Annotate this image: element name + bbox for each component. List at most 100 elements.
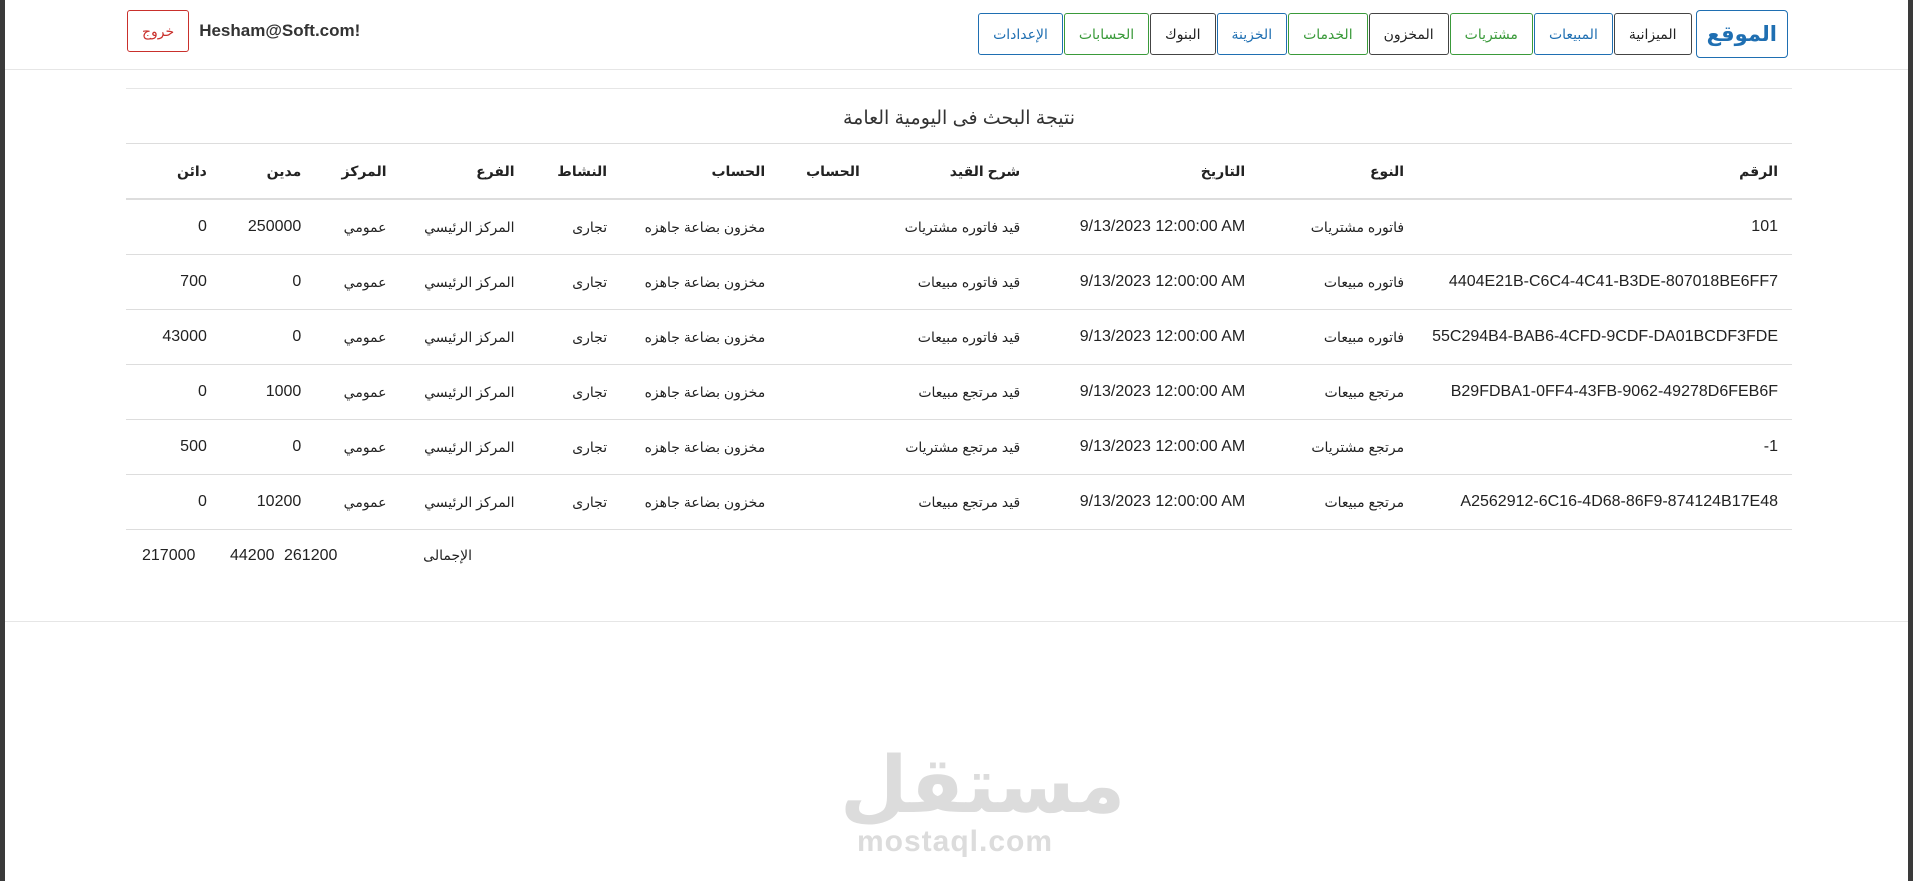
nav-item-3[interactable]: المخزون (1368, 13, 1449, 55)
cell-number: -1 (1418, 419, 1792, 475)
nav-item-6[interactable]: البنوك (1150, 13, 1216, 55)
cell-type: مرتجع مبيعات (1259, 474, 1419, 530)
cell-date: 9/13/2023 12:00:00 AM (1034, 254, 1260, 310)
cell-date: 9/13/2023 12:00:00 AM (1034, 364, 1260, 420)
footer-divider (5, 621, 1908, 622)
table-header-row: الرقم النوع التاريخ شرح القيد الحساب الحساب ال… (126, 143, 1792, 200)
nav-item-8[interactable]: الإعدادات (978, 13, 1063, 55)
cell-activity: تجارى (528, 254, 622, 310)
top-navbar: الموقع الميزانية المبيعات مشتريات المخزون ال… (5, 0, 1908, 70)
cell-account-2 (779, 364, 874, 420)
column-header-center: المركز (315, 143, 401, 200)
cell-center: عمومي (315, 364, 401, 420)
cell-center: عمومي (315, 419, 401, 475)
column-header-date: التاريخ (1034, 143, 1260, 200)
cell-account: مخزون بضاعة جاهزه (621, 309, 780, 365)
mostaql-watermark-logo: مستقل mostaql.com (840, 741, 1126, 859)
cell-branch: المركز الرئيسي (400, 199, 529, 255)
table-row: B29FDBA1-0FF4-43FB-9062-49278D6FEB6F مرتج… (126, 364, 1792, 420)
cell-branch: المركز الرئيسي (400, 419, 529, 475)
cell-branch: المركز الرئيسي (400, 474, 529, 530)
nav-item-5[interactable]: الخزينة (1216, 13, 1288, 55)
cell-description: قيد فاتوره مبيعات (873, 309, 1035, 365)
main-menu: الموقع الميزانية المبيعات مشتريات المخزون ال… (977, 10, 1788, 58)
cell-center: عمومي (315, 309, 401, 365)
nav-item-7[interactable]: الحسابات (1063, 13, 1150, 55)
cell-account-2 (779, 474, 874, 530)
cell-branch: المركز الرئيسي (400, 364, 529, 420)
cell-description: قيد مرتجع مبيعات (873, 474, 1035, 530)
nav-item-2[interactable]: مشتريات (1449, 13, 1533, 55)
cell-account-2 (779, 254, 874, 310)
cell-account-2 (779, 199, 874, 255)
nav-item-4[interactable]: الخدمات (1288, 13, 1368, 55)
cell-credit: 43000 (126, 309, 221, 365)
cell-number: 101 (1418, 199, 1792, 255)
nav-item-0[interactable]: الميزانية (1613, 13, 1692, 55)
window-frame-left (0, 0, 5, 881)
cell-account: مخزون بضاعة جاهزه (621, 474, 780, 530)
watermark-latin: mostaql.com (856, 825, 1054, 858)
report-content: نتيجة البحث فى اليومية العامة الرقم النوع… (126, 88, 1792, 584)
column-header-activity: النشاط (528, 143, 622, 200)
user-email: Hesham@Soft.com! (199, 21, 361, 40)
column-header-credit: دائن (126, 143, 221, 200)
journal-table: الرقم النوع التاريخ شرح القيد الحساب الحساب ال… (126, 143, 1792, 530)
totals-credit: 44200 (230, 547, 275, 564)
window-frame-right (1908, 0, 1913, 881)
cell-credit: 0 (126, 364, 221, 420)
cell-type: فاتوره مشتريات (1259, 199, 1419, 255)
cell-center: عمومي (315, 199, 401, 255)
cell-credit: 0 (126, 474, 221, 530)
cell-number: A2562912-6C16-4D68-86F9-874124B17E48 (1418, 474, 1792, 530)
cell-debit: 1000 (220, 364, 316, 420)
cell-number: 4404E21B-C6C4-4C41-B3DE-807018BE6FF7 (1418, 254, 1792, 310)
table-row: A2562912-6C16-4D68-86F9-874124B17E48 مرتج… (126, 474, 1792, 530)
site-brand-link[interactable]: الموقع (1695, 10, 1788, 58)
cell-description: قيد مرتجع مشتريات (873, 419, 1035, 475)
user-area: خروج Hesham@Soft.com! (127, 10, 360, 52)
cell-activity: تجارى (528, 309, 622, 365)
cell-description: قيد فاتوره مبيعات (873, 254, 1035, 310)
cell-date: 9/13/2023 12:00:00 AM (1034, 199, 1260, 255)
cell-type: فاتوره مبيعات (1259, 309, 1419, 365)
cell-number: 55C294B4-BAB6-4CFD-9CDF-DA01BCDF3FDE (1418, 309, 1792, 365)
cell-credit: 0 (126, 199, 221, 255)
column-header-description: شرح القيد (873, 143, 1035, 200)
cell-date: 9/13/2023 12:00:00 AM (1034, 309, 1260, 365)
table-row: 55C294B4-BAB6-4CFD-9CDF-DA01BCDF3FDE فاتو… (126, 309, 1792, 365)
totals-label: الإجمالى (423, 547, 472, 563)
cell-type: مرتجع مبيعات (1259, 364, 1419, 420)
cell-branch: المركز الرئيسي (400, 309, 529, 365)
table-body: 101 فاتوره مشتريات 9/13/2023 12:00:00 AM قي… (126, 199, 1792, 530)
cell-debit: 0 (220, 419, 316, 475)
cell-credit: 700 (126, 254, 221, 310)
cell-activity: تجارى (528, 474, 622, 530)
cell-center: عمومي (315, 474, 401, 530)
nav-item-1[interactable]: المبيعات (1533, 13, 1613, 55)
cell-account: مخزون بضاعة جاهزه (621, 364, 780, 420)
cell-account-2 (779, 419, 874, 475)
column-header-number: الرقم (1418, 143, 1792, 200)
totals-difference: 217000 (142, 547, 196, 564)
cell-type: فاتوره مبيعات (1259, 254, 1419, 310)
table-row: 101 فاتوره مشتريات 9/13/2023 12:00:00 AM قي… (126, 199, 1792, 255)
column-header-branch: الفرع (400, 143, 529, 200)
cell-account-2 (779, 309, 874, 365)
watermark-arabic: مستقل (840, 741, 1126, 829)
cell-branch: المركز الرئيسي (400, 254, 529, 310)
totals-debit: 261200 (284, 547, 338, 564)
cell-activity: تجارى (528, 419, 622, 475)
cell-debit: 250000 (220, 199, 316, 255)
cell-debit: 10200 (220, 474, 316, 530)
cell-debit: 0 (220, 254, 316, 310)
report-caption: نتيجة البحث فى اليومية العامة (842, 108, 1076, 129)
logout-button[interactable]: خروج (127, 10, 190, 52)
cell-number: B29FDBA1-0FF4-43FB-9062-49278D6FEB6F (1418, 364, 1792, 420)
cell-account: مخزون بضاعة جاهزه (621, 419, 780, 475)
table-row: -1 مرتجع مشتريات 9/13/2023 12:00:00 AM قيد … (126, 419, 1792, 475)
column-header-debit: مدين (220, 143, 316, 200)
column-header-account: الحساب (621, 143, 780, 200)
cell-credit: 500 (126, 419, 221, 475)
cell-activity: تجارى (528, 199, 622, 255)
